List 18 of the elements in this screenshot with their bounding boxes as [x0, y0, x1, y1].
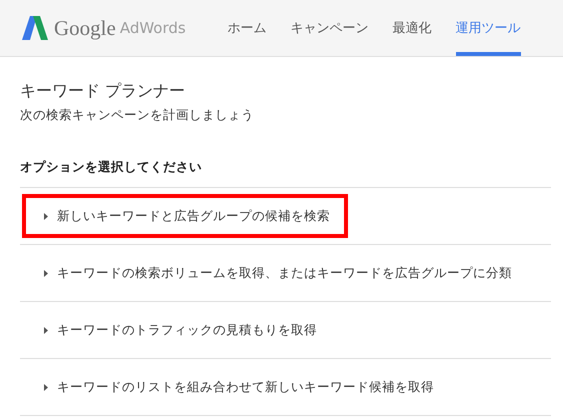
option-link[interactable]: キーワードのトラフィックの見積もりを取得 — [22, 308, 335, 352]
triangle-icon — [44, 212, 48, 220]
nav-tab[interactable]: 最適化 — [392, 0, 432, 56]
triangle-icon — [44, 326, 48, 334]
page-subtitle: 次の検索キャンペーンを計画しましょう — [20, 107, 255, 124]
brand-name: Google — [54, 16, 116, 40]
option-link[interactable]: 新しいキーワードと広告グループの候補を検索 — [22, 194, 348, 238]
option-link[interactable]: キーワードの検索ボリュームを取得、またはキーワードを広告グループに分類 — [22, 251, 530, 295]
nav-tab[interactable]: ホーム — [228, 0, 267, 56]
nav-tab[interactable]: 運用ツール — [456, 0, 521, 56]
page-title: キーワード プランナー — [20, 81, 186, 102]
logo-icon — [22, 15, 48, 41]
triangle-icon — [44, 270, 48, 276]
option-link[interactable]: キーワードのリストを組み合わせて新しいキーワード候補を取得 — [22, 365, 452, 409]
section-heading: オプションを選択してください — [20, 159, 551, 188]
triangle-icon — [44, 384, 48, 390]
nav-tab[interactable]: キャンペーン — [290, 0, 369, 56]
product-name: AdWords — [120, 19, 186, 37]
